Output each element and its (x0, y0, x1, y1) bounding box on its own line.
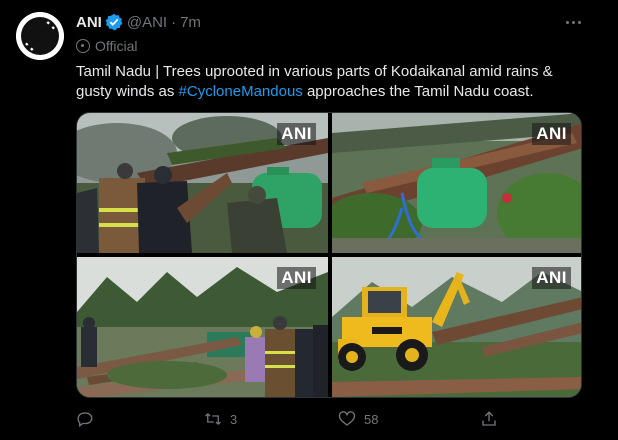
tweet-text-after: approaches the Tamil Nadu coast. (302, 83, 534, 100)
share-icon (482, 411, 496, 426)
photo-3[interactable]: ANI (77, 257, 328, 397)
photo-4[interactable]: ANI (332, 257, 581, 397)
reply-icon (77, 412, 93, 428)
photo-2[interactable]: ANI (332, 113, 581, 253)
tweet-header: ANI @ANI · 7m (76, 12, 201, 32)
official-label: Official (76, 36, 138, 56)
reply-button[interactable] (76, 410, 102, 428)
watermark: ANI (532, 267, 571, 289)
like-button[interactable]: 58 (338, 410, 378, 428)
avatar[interactable] (16, 12, 64, 60)
author-handle[interactable]: @ANI (127, 14, 167, 31)
retweet-icon (205, 413, 221, 425)
tweet-actions: 3 58 (76, 408, 506, 432)
retweet-button[interactable]: 3 (204, 410, 237, 428)
official-text: Official (95, 38, 138, 54)
verified-badge-icon (105, 13, 123, 31)
media-grid: ANI ANI ANI ANI (76, 112, 582, 398)
watermark: ANI (277, 267, 316, 289)
separator-dot: · (171, 13, 177, 31)
more-icon[interactable] (562, 12, 584, 32)
like-count: 58 (364, 411, 379, 427)
author-name[interactable]: ANI (76, 14, 102, 31)
tweet[interactable]: ANI @ANI · 7m Official Tamil Nadu | Tree… (0, 0, 618, 440)
heart-icon (338, 411, 356, 426)
hashtag-link[interactable]: #CycloneMandous (179, 83, 303, 100)
official-icon (76, 39, 90, 53)
photo-1[interactable]: ANI (77, 113, 328, 253)
share-button[interactable] (480, 410, 506, 428)
watermark: ANI (277, 123, 316, 145)
retweet-count: 3 (230, 411, 238, 427)
tweet-text: Tamil Nadu | Trees uprooted in various p… (76, 62, 576, 102)
timestamp[interactable]: 7m (180, 14, 201, 31)
watermark: ANI (532, 123, 571, 145)
